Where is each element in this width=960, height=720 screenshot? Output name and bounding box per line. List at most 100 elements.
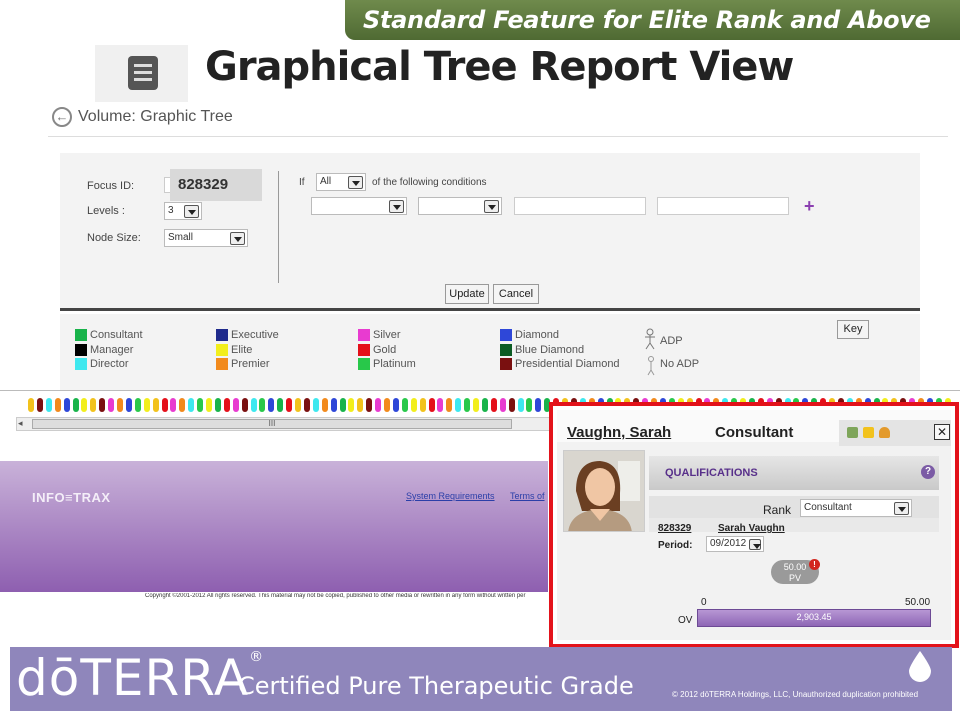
tree-node[interactable] [36,398,43,412]
tree-node[interactable] [188,398,195,412]
tree-node[interactable] [295,398,301,412]
legend-item: Blue Diamond [500,344,584,358]
tree-node[interactable] [179,398,186,412]
tree-node[interactable] [170,398,177,412]
tree-node[interactable] [72,398,79,412]
tree-node[interactable] [197,398,204,412]
tree-node[interactable] [161,398,168,412]
tree-node[interactable] [143,398,150,412]
member-name-link[interactable]: Vaughn, Sarah [567,424,671,441]
tree-node[interactable] [499,398,506,412]
levels-select[interactable]: 3 [164,202,202,220]
member-popup: Vaughn, Sarah Consultant ✕ QUALIFICATION… [549,402,959,648]
tree-node[interactable] [90,398,97,412]
tree-node[interactable] [223,398,230,412]
close-icon[interactable]: ✕ [934,424,950,440]
tree-node[interactable] [384,398,390,412]
member-id-row [649,518,939,532]
tree-node[interactable] [259,398,266,412]
tree-node[interactable] [54,398,61,412]
period-select[interactable]: 09/2012 [706,536,764,552]
update-button[interactable]: Update [445,284,489,304]
tree-node[interactable] [535,398,542,412]
tree-node[interactable] [410,398,417,412]
app-footer [0,461,548,592]
tree-node[interactable] [446,398,453,412]
tree-node[interactable] [312,398,319,412]
tree-node[interactable] [63,398,70,412]
tree-node[interactable] [526,398,533,412]
legend-swatch [75,329,87,341]
tree-node[interactable] [401,398,408,412]
scroll-thumb[interactable]: III [32,419,512,429]
tree-node[interactable] [268,398,275,412]
condition-field-select[interactable] [311,197,407,215]
tree-node[interactable] [45,398,52,412]
tree-node[interactable] [464,398,471,412]
rank-select[interactable]: Consultant [800,499,912,517]
node-size-select[interactable]: Small [164,229,248,247]
member-photo [563,450,645,532]
member-fullname-link[interactable]: Sarah Vaughn [718,523,785,534]
condition-mode-select[interactable]: All [316,173,366,191]
tree-node[interactable] [108,398,115,412]
tree-node[interactable] [490,398,497,412]
tree-node[interactable] [321,398,328,412]
filter-panel: Focus ID: 828329 Levels : 3 Node Size: S… [60,153,920,311]
tree-node[interactable] [28,398,34,412]
tree-node[interactable] [455,398,462,412]
chevron-down-icon [484,200,499,213]
tree-node[interactable] [99,398,106,412]
tree-node[interactable] [508,398,515,412]
tree-node[interactable] [348,398,355,412]
legend-item: Diamond [500,329,559,343]
tree-node[interactable] [125,398,132,412]
tree-node[interactable] [437,398,444,412]
condition-value2-input[interactable] [657,197,789,215]
back-arrow-icon[interactable]: ← [52,107,72,127]
tree-icon[interactable] [847,427,858,438]
tree-node[interactable] [286,398,293,412]
condition-value-input[interactable] [514,197,646,215]
tree-node[interactable] [517,398,524,412]
tree-node[interactable] [214,398,221,412]
tree-node[interactable] [419,398,426,412]
scroll-left-icon[interactable]: ◂ [18,418,23,429]
legend-item: Consultant [75,329,143,343]
tree-node[interactable] [428,398,435,412]
tree-node[interactable] [339,398,346,412]
registered-mark: ® [249,649,265,665]
tree-node[interactable] [375,398,382,412]
legend-swatch [500,358,512,370]
tree-node[interactable] [206,398,212,412]
key-button[interactable]: Key [837,320,869,339]
legend-swatch [500,329,512,341]
terms-link[interactable]: Terms of [510,491,545,501]
focus-id-input[interactable]: 828329 [170,169,262,201]
tree-node[interactable] [277,398,284,412]
tree-node[interactable] [241,398,248,412]
tree-node[interactable] [250,398,257,412]
tree-node[interactable] [81,398,88,412]
note-icon[interactable] [863,427,874,438]
tree-node[interactable] [366,398,373,412]
member-id-link[interactable]: 828329 [658,523,691,534]
doterra-logo: dōTERRA® [16,649,264,707]
tree-node[interactable] [117,398,123,412]
tree-node[interactable] [152,398,159,412]
system-requirements-link[interactable]: System Requirements [406,491,495,501]
tree-node[interactable] [481,398,488,412]
tree-node[interactable] [303,398,310,412]
tree-node[interactable] [392,398,399,412]
cancel-button[interactable]: Cancel [493,284,539,304]
tree-node[interactable] [330,398,337,412]
bell-icon[interactable] [879,427,890,438]
tree-node[interactable] [473,398,479,412]
tree-node[interactable] [357,398,364,412]
help-icon[interactable]: ? [921,465,935,479]
legend-swatch [75,358,87,370]
condition-operator-select[interactable] [418,197,502,215]
tree-node[interactable] [134,398,141,412]
tree-node[interactable] [232,398,239,412]
add-condition-icon[interactable]: + [804,197,815,215]
